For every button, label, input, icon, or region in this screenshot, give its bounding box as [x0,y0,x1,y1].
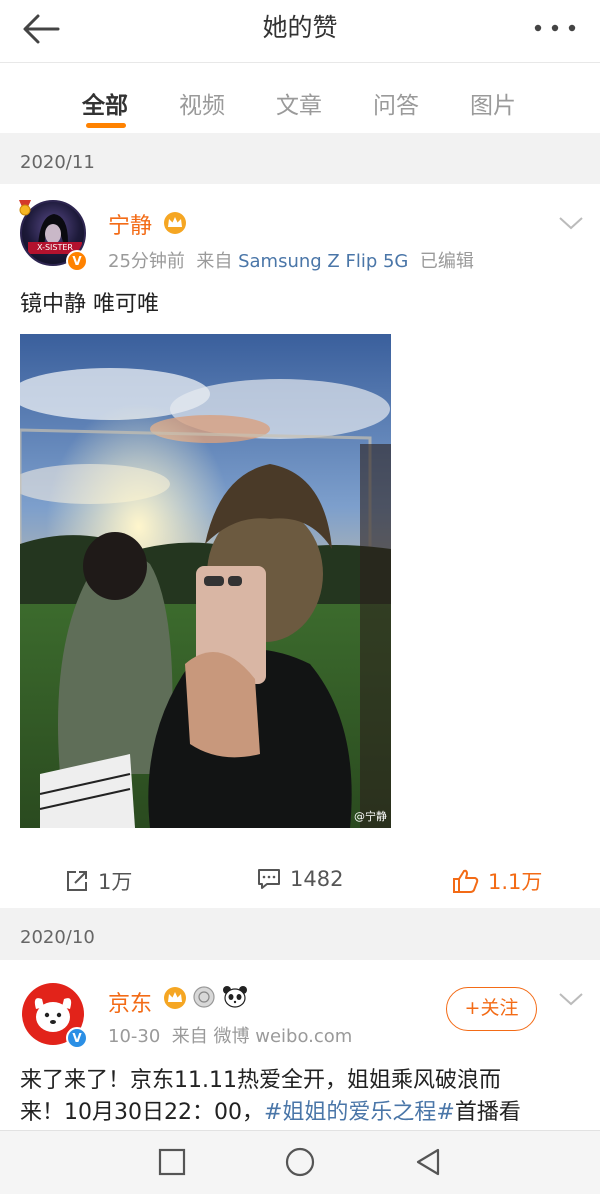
source-prefix: 来自 [196,251,233,272]
tab-qa[interactable]: 问答 [373,86,419,120]
share-button[interactable]: 1万 [64,866,132,896]
username[interactable]: 京东 [108,986,152,1018]
chevron-down-icon[interactable] [558,990,584,1008]
post-text: 镜中静 唯可唯 [20,292,159,317]
circle-icon [285,1147,315,1177]
post-text-part: 来！10月30日22：00， [20,1100,264,1125]
post-source[interactable]: 微博 weibo.com [214,1026,353,1047]
post-meta: 10-30 来自 微博 weibo.com [108,1022,352,1048]
post-time: 10-30 [108,1026,161,1047]
comment-icon [258,869,280,889]
home-button[interactable] [280,1144,320,1180]
edited-label: 已编辑 [419,251,474,272]
share-count: 1万 [98,870,133,894]
follow-button[interactable]: +关注 [446,987,537,1031]
comment-button[interactable]: 1482 [256,866,343,892]
system-back-button[interactable] [408,1144,448,1180]
post-image[interactable]: @宁静 [20,334,391,828]
post-time: 25分钟前 [108,251,185,272]
back-arrow-icon [23,14,60,44]
comment-count: 1482 [290,867,344,891]
more-dots-icon [534,24,576,32]
like-button[interactable]: 1.1万 [452,866,542,896]
tab-all[interactable]: 全部 [82,86,128,120]
thumbs-up-icon [453,869,479,893]
date-label: 2020/11 [20,152,95,173]
recent-apps-button[interactable] [152,1144,192,1180]
more-button[interactable] [528,8,582,48]
panda-icon [223,986,247,1008]
crown-icon [164,212,186,234]
verified-badge-icon: V [66,1027,88,1049]
triangle-back-icon [416,1148,440,1176]
share-icon [67,871,87,891]
post-text-line2: 来！10月30日22：00，#姐姐的爱乐之程#首播看 [20,1096,521,1130]
medal-icon [19,200,31,216]
post-text-part: 首播看 [454,1100,521,1125]
source-prefix: 来自 [171,1026,208,1047]
top-bar [0,0,600,63]
verified-badge-icon: V [66,250,88,272]
tab-video[interactable]: 视频 [179,86,225,120]
image-watermark: @宁静 [354,810,387,823]
medal-icon [193,986,215,1008]
post-text: 来了来了！京东11.11热爱全开，姐姐乘风破浪而 [20,1068,501,1093]
tab-article[interactable]: 文章 [276,86,322,120]
topic-link[interactable]: #姐姐的爱乐之程# [264,1100,455,1125]
post-meta: 25分钟前 来自 Samsung Z Flip 5G 已编辑 [108,247,474,273]
back-button[interactable] [14,6,70,52]
post-source[interactable]: Samsung Z Flip 5G [238,251,408,272]
active-tab-indicator [86,123,126,128]
chevron-down-icon[interactable] [558,214,584,232]
date-label: 2020/10 [20,927,95,948]
username[interactable]: 宁静 [108,208,152,240]
crown-icon [164,987,186,1009]
square-icon [158,1148,186,1176]
like-count: 1.1万 [488,870,543,894]
tab-images[interactable]: 图片 [470,86,516,120]
